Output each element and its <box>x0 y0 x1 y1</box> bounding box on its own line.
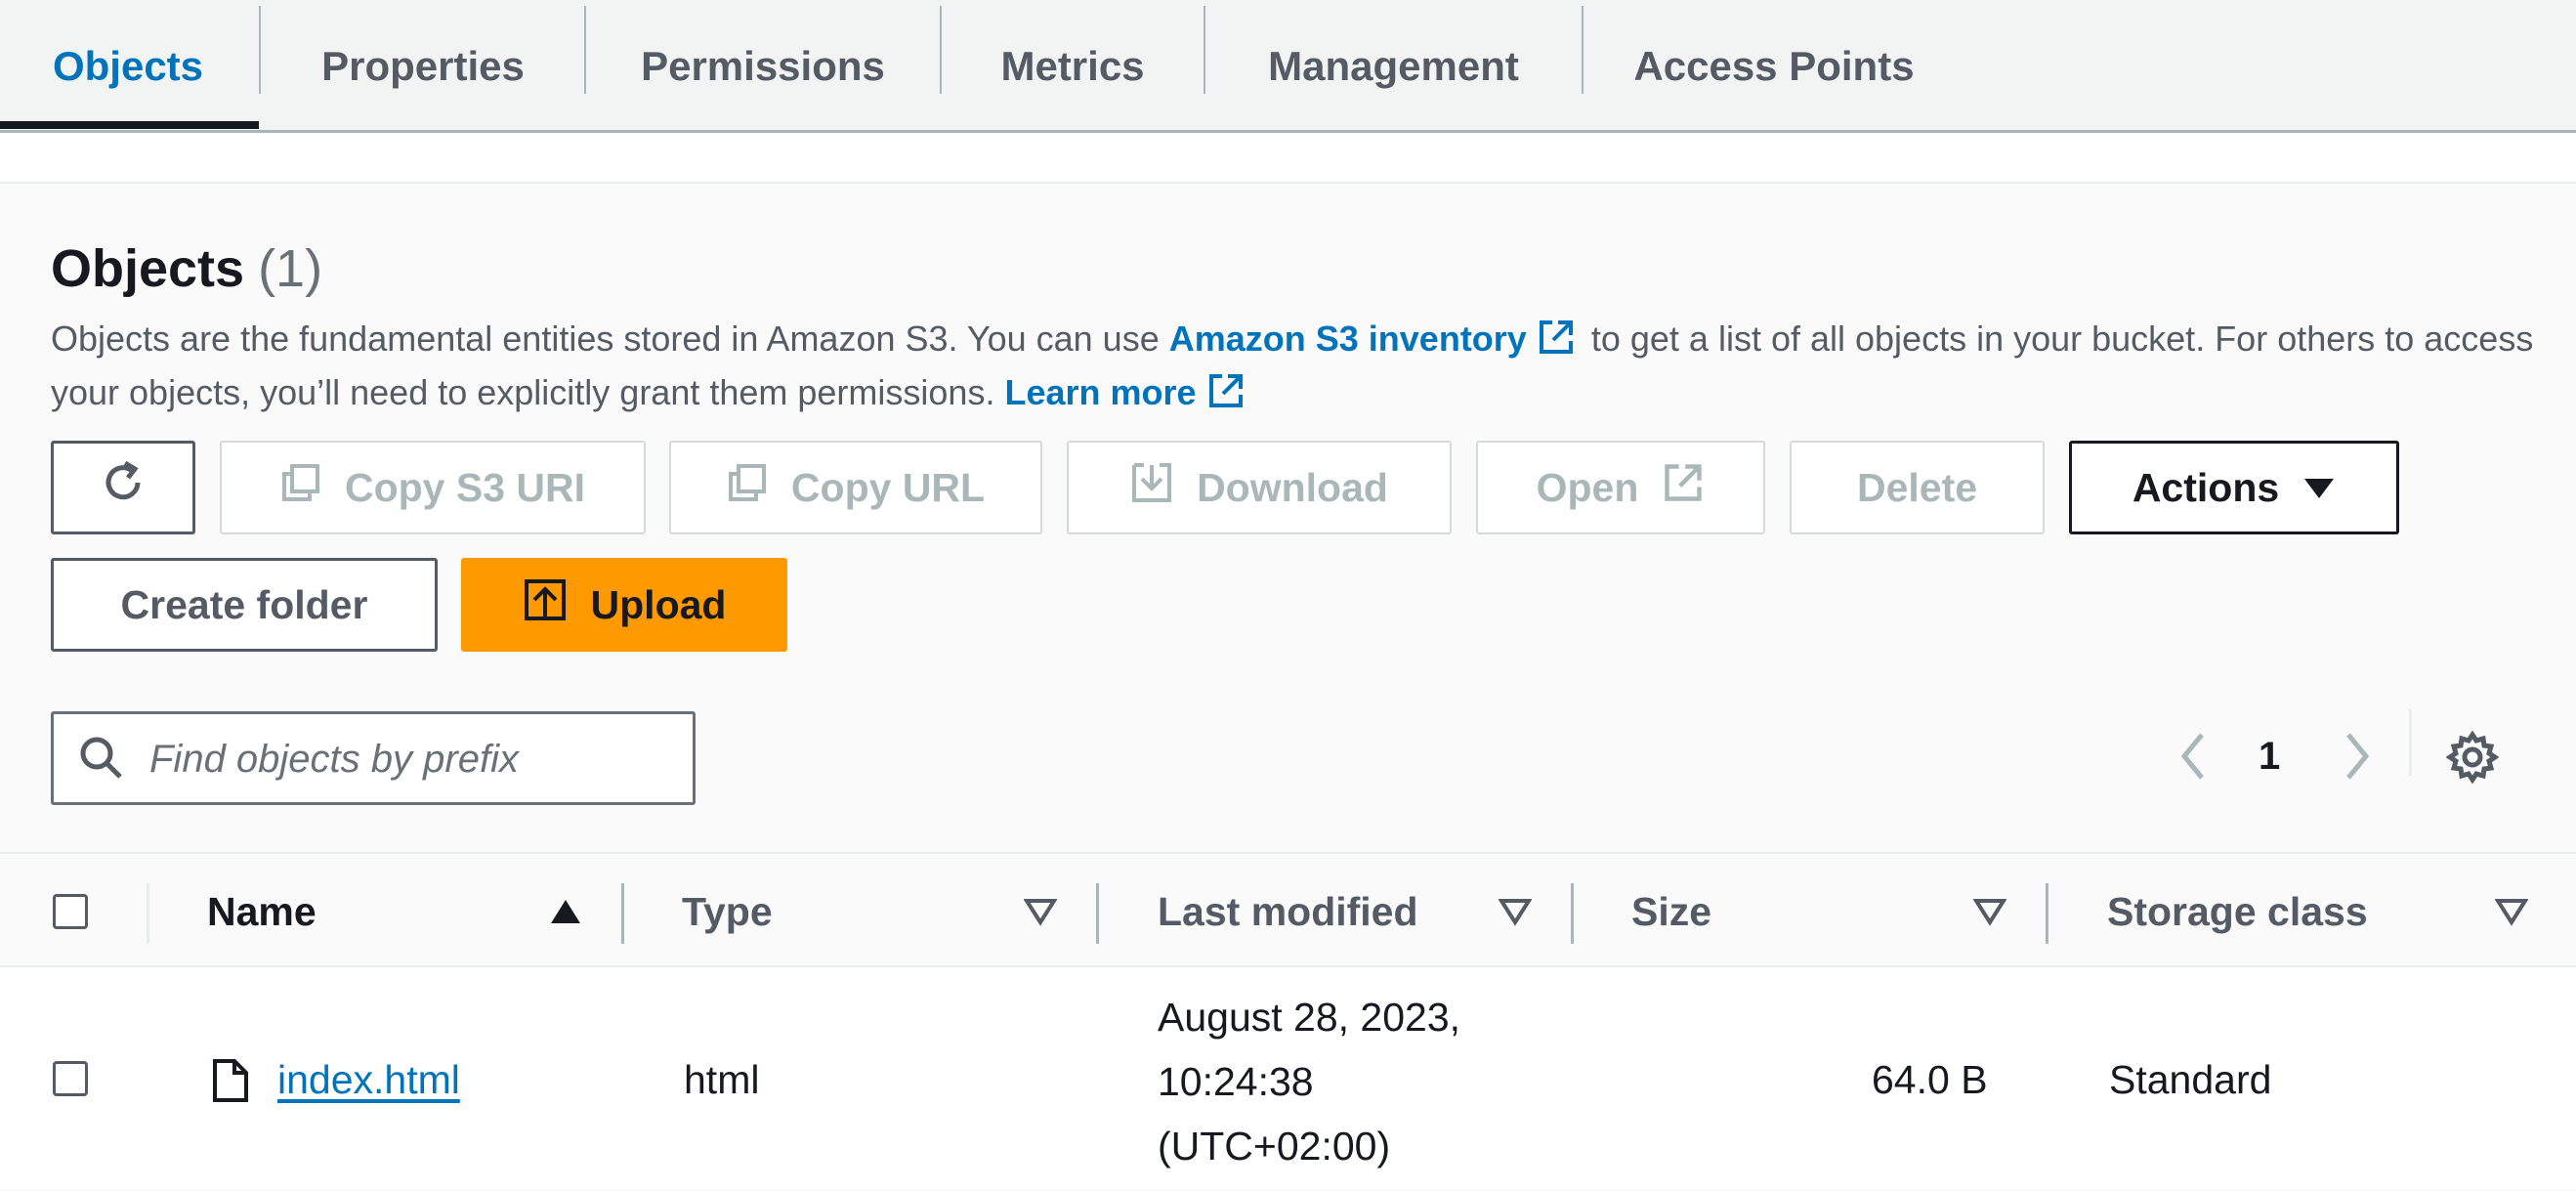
copy-url-label: Copy URL <box>790 464 986 510</box>
find-objects-search <box>51 711 696 805</box>
table-header: Name Type Last modified Size Storage cla… <box>0 852 2576 967</box>
object-storage-class: Standard <box>2109 1057 2272 1102</box>
column-divider <box>2046 883 2048 944</box>
learn-more-link[interactable]: Learn more <box>1004 372 1250 412</box>
sort-icon[interactable] <box>1023 897 1058 931</box>
objects-heading: Objects (1) <box>51 238 322 299</box>
upload-button[interactable]: Upload <box>461 558 787 652</box>
last-modified-date: August 28, 2023, <box>1158 995 1461 1040</box>
download-label: Download <box>1197 464 1388 510</box>
sort-icon[interactable] <box>2494 897 2529 931</box>
column-divider <box>1571 883 1574 944</box>
open-label: Open <box>1536 464 1639 510</box>
column-header-last-modified[interactable]: Last modified <box>1158 854 1418 969</box>
download-icon <box>1130 461 1173 514</box>
description-text: Objects are the fundamental entities sto… <box>51 319 1160 359</box>
objects-title: Objects <box>51 239 245 298</box>
learn-more-label: Learn more <box>1004 372 1197 412</box>
object-last-modified: August 28, 2023, 10:24:38 (UTC+02:00) <box>1158 985 1460 1178</box>
tab-bar: Objects Properties Permissions Metrics M… <box>0 0 2576 133</box>
active-tab-indicator <box>0 121 259 129</box>
actions-dropdown[interactable]: Actions <box>2069 441 2399 534</box>
download-button[interactable]: Download <box>1067 441 1452 534</box>
sort-icon[interactable] <box>1498 897 1533 931</box>
external-link-icon <box>1206 371 1246 422</box>
upload-label: Upload <box>590 581 727 627</box>
refresh-button[interactable] <box>51 441 195 534</box>
search-icon <box>77 734 126 787</box>
row-checkbox[interactable] <box>53 1061 88 1096</box>
tab-properties[interactable]: Properties <box>261 0 585 133</box>
delete-button[interactable]: Delete <box>1790 441 2045 534</box>
object-size: 64.0 B <box>1872 1057 1988 1102</box>
column-header-name[interactable]: Name <box>207 854 317 969</box>
column-divider <box>147 883 149 944</box>
objects-count: (1) <box>258 239 323 298</box>
create-folder-button[interactable]: Create folder <box>51 558 438 652</box>
next-page-icon[interactable] <box>2341 731 2374 787</box>
tab-permissions[interactable]: Permissions <box>586 0 940 133</box>
column-header-storage-class[interactable]: Storage class <box>2107 854 2368 969</box>
tab-metrics[interactable]: Metrics <box>942 0 1204 133</box>
s3-inventory-link-label: Amazon S3 inventory <box>1168 319 1527 359</box>
refresh-icon <box>99 458 148 517</box>
open-button[interactable]: Open <box>1476 441 1765 534</box>
tab-management[interactable]: Management <box>1205 0 1582 133</box>
select-all-checkbox[interactable] <box>53 894 88 929</box>
current-page-number[interactable]: 1 <box>2259 735 2280 779</box>
previous-page-icon[interactable] <box>2176 731 2210 787</box>
column-divider <box>621 883 624 944</box>
copy-s3-uri-button[interactable]: Copy S3 URI <box>220 441 646 534</box>
external-link-icon <box>1662 461 1705 514</box>
last-modified-timezone: (UTC+02:00) <box>1158 1124 1391 1169</box>
object-type: html <box>684 1057 760 1102</box>
column-divider <box>1096 883 1099 944</box>
sort-ascending-icon[interactable] <box>549 897 582 931</box>
object-name-link[interactable]: index.html <box>277 1057 460 1103</box>
column-header-type[interactable]: Type <box>682 854 773 969</box>
s3-inventory-link[interactable]: Amazon S3 inventory <box>1169 319 1582 359</box>
pagination-divider <box>2409 709 2412 776</box>
actions-label: Actions <box>2132 464 2280 510</box>
caret-down-icon <box>2302 465 2336 511</box>
tab-access-points[interactable]: Access Points <box>1584 0 1964 133</box>
external-link-icon <box>1537 318 1576 368</box>
file-icon <box>211 1057 250 1109</box>
copy-url-button[interactable]: Copy URL <box>669 441 1042 534</box>
table-row: index.html html August 28, 2023, 10:24:3… <box>0 967 2576 1189</box>
create-folder-label: Create folder <box>120 581 368 627</box>
tab-objects[interactable]: Objects <box>0 0 256 133</box>
copy-icon <box>727 462 768 513</box>
column-header-size[interactable]: Size <box>1631 854 1711 969</box>
delete-label: Delete <box>1856 464 1978 510</box>
sort-icon[interactable] <box>1972 897 2007 931</box>
copy-s3-uri-label: Copy S3 URI <box>344 464 586 510</box>
search-input[interactable] <box>148 728 679 790</box>
copy-icon <box>280 462 321 513</box>
upload-icon <box>523 577 568 632</box>
last-modified-time: 10:24:38 <box>1158 1059 1314 1104</box>
gear-icon[interactable] <box>2445 730 2500 788</box>
objects-description: Objects are the fundamental entities sto… <box>51 315 2552 422</box>
